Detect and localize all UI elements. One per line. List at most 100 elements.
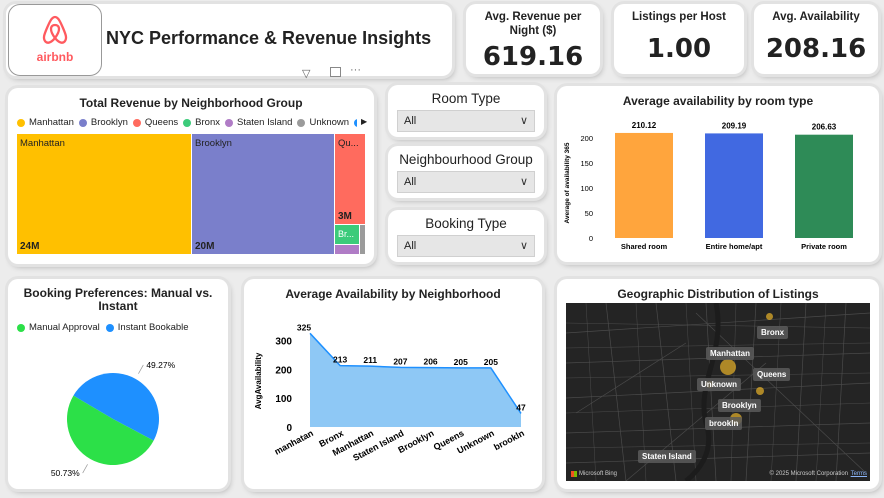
- map-label: Brooklyn: [718, 399, 761, 412]
- legend-item[interactable]: Instant Bookable: [105, 322, 189, 333]
- legend-item[interactable]: Bronx: [183, 117, 220, 128]
- y-tick-label: 0: [589, 234, 593, 243]
- airbnb-icon: [42, 15, 68, 44]
- room-type-dropdown[interactable]: All ∨: [397, 110, 535, 132]
- treemap-tile-bronx[interactable]: Br...: [335, 225, 359, 244]
- legend-item[interactable]: Manhattan: [17, 117, 74, 128]
- dropdown-value: All: [404, 240, 417, 252]
- kpi-value: 1.00: [646, 34, 712, 64]
- legend-item[interactable]: brooklyn: [354, 117, 357, 128]
- tile-label: Qu...: [338, 138, 359, 149]
- y-axis-label: AvgAvailability: [254, 352, 263, 409]
- data-label: 206: [423, 357, 437, 367]
- map-bubble[interactable]: [720, 359, 736, 375]
- y-tick-label: 0: [286, 423, 292, 434]
- treemap-tile-manhattan[interactable]: Manhattan 24M: [17, 134, 191, 254]
- map-title: Geographic Distribution of Listings: [617, 287, 819, 301]
- tile-label: Manhattan: [20, 138, 65, 149]
- treemap-tile-staten-island[interactable]: [335, 245, 359, 254]
- x-tick-label: Shared room: [621, 242, 668, 251]
- legend-swatch: [17, 118, 25, 127]
- filter-icon[interactable]: ▽: [302, 67, 310, 80]
- x-tick-label: Entire home/apt: [706, 242, 763, 251]
- legend-swatch: [132, 118, 141, 127]
- map-card: Geographic Distribution of Listings Bron…: [557, 279, 879, 489]
- map-label: Queens: [753, 368, 791, 381]
- data-label: 211: [363, 355, 377, 365]
- data-label: 49.27%: [146, 360, 175, 370]
- legend-label: Staten Island: [236, 117, 293, 128]
- more-options-icon[interactable]: ···: [350, 64, 361, 76]
- legend-swatch: [354, 118, 357, 127]
- treemap-card: Total Revenue by Neighborhood Group Manh…: [8, 88, 374, 264]
- booking-type-dropdown[interactable]: All ∨: [397, 235, 535, 257]
- map-label: brookln: [705, 417, 743, 430]
- map-bubble[interactable]: [756, 387, 764, 395]
- data-label: 205: [454, 357, 468, 367]
- y-tick-label: 100: [275, 394, 292, 405]
- airbnb-logo: airbnb: [8, 4, 102, 76]
- slicer-label: Booking Type: [425, 216, 507, 231]
- treemap-title: Total Revenue by Neighborhood Group: [79, 96, 303, 110]
- x-tick-label: Private room: [801, 242, 847, 251]
- slicer-label: Room Type: [431, 91, 501, 106]
- legend-item[interactable]: Manual Approval: [17, 322, 100, 333]
- data-label: 206.63: [812, 123, 837, 132]
- tile-label: Br...: [338, 229, 355, 239]
- legend-swatch: [17, 323, 25, 332]
- pie-chart-card: Booking Preferences: Manual vs. Instant …: [8, 279, 228, 489]
- legend-swatch: [224, 118, 233, 127]
- chevron-down-icon: ∨: [519, 240, 528, 252]
- legend-label: Queens: [144, 117, 179, 128]
- legend-label: Manual Approval: [29, 322, 100, 333]
- neighbourhood-group-dropdown[interactable]: All ∨: [397, 171, 535, 193]
- treemap-tile-queens[interactable]: Qu... 3M: [335, 134, 365, 224]
- legend-swatch: [297, 118, 306, 127]
- brand-name: airbnb: [36, 50, 74, 64]
- legend-swatch: [183, 118, 192, 127]
- x-tick-label: manhatan: [273, 428, 315, 457]
- dropdown-value: All: [404, 115, 417, 127]
- pie-chart: 49.27% 50.73%: [51, 360, 176, 478]
- page-title: NYC Performance & Revenue Insights: [106, 28, 432, 48]
- legend-scroll-arrow-icon[interactable]: ▶: [361, 117, 367, 126]
- map-label: Staten Island: [638, 450, 696, 463]
- pie-chart-title: Booking Preferences: Manual vs. Instant: [23, 286, 213, 313]
- focus-mode-icon[interactable]: [330, 67, 341, 77]
- header-card: airbnb NYC Performance & Revenue Insight…: [6, 4, 452, 76]
- map-terms-link[interactable]: Terms: [851, 471, 867, 477]
- kpi-label: Avg. Availability: [772, 11, 860, 23]
- bar-chart-title: Average availability by room type: [622, 94, 814, 108]
- bar: [795, 134, 853, 238]
- map-streets: [566, 303, 870, 481]
- legend-label: Bronx: [195, 117, 220, 128]
- map-bubble[interactable]: [766, 313, 773, 320]
- y-tick-label: 200: [275, 365, 292, 376]
- legend-item[interactable]: Unknown: [297, 117, 349, 128]
- treemap-tile-unknown[interactable]: [360, 225, 365, 254]
- map-canvas[interactable]: Bronx Manhattan Unknown Queens Brooklyn …: [566, 303, 870, 481]
- tile-value: 20M: [195, 241, 215, 252]
- area-chart: AvgAvailability0100200300325manhatan213B…: [254, 322, 526, 463]
- y-axis-label: Average of availability 365: [564, 142, 571, 223]
- bar-chart: Average of availability 365 0 50 100 150 200 2…: [564, 121, 853, 251]
- legend-label: Brooklyn: [90, 117, 128, 128]
- slicer-room-type: Room Type All ∨: [388, 85, 544, 137]
- kpi-card-availability: Avg. Availability 208.16: [754, 4, 878, 74]
- chevron-down-icon: ∨: [519, 176, 528, 188]
- data-label: 205: [484, 357, 498, 367]
- y-tick-label: 300: [275, 337, 292, 348]
- treemap-tile-brooklyn[interactable]: Brooklyn 20M: [192, 134, 334, 254]
- leader-line: [138, 364, 144, 374]
- pie-legend: Manual Approval Instant Bookable: [17, 322, 189, 333]
- kpi-value: 619.16: [482, 42, 584, 72]
- area-chart-card: Average Availability by Neighborhood Avg…: [244, 279, 542, 489]
- data-label: 210.12: [632, 121, 657, 130]
- tile-label: Brooklyn: [195, 138, 232, 149]
- legend-item[interactable]: Queens: [132, 117, 179, 128]
- y-tick-label: 100: [580, 184, 593, 193]
- kpi-card-revenue: Avg. Revenue per Night ($) 619.16: [466, 4, 600, 74]
- legend-item[interactable]: Staten Island: [224, 117, 293, 128]
- legend-item[interactable]: Brooklyn: [78, 117, 128, 128]
- legend-swatch: [105, 323, 114, 332]
